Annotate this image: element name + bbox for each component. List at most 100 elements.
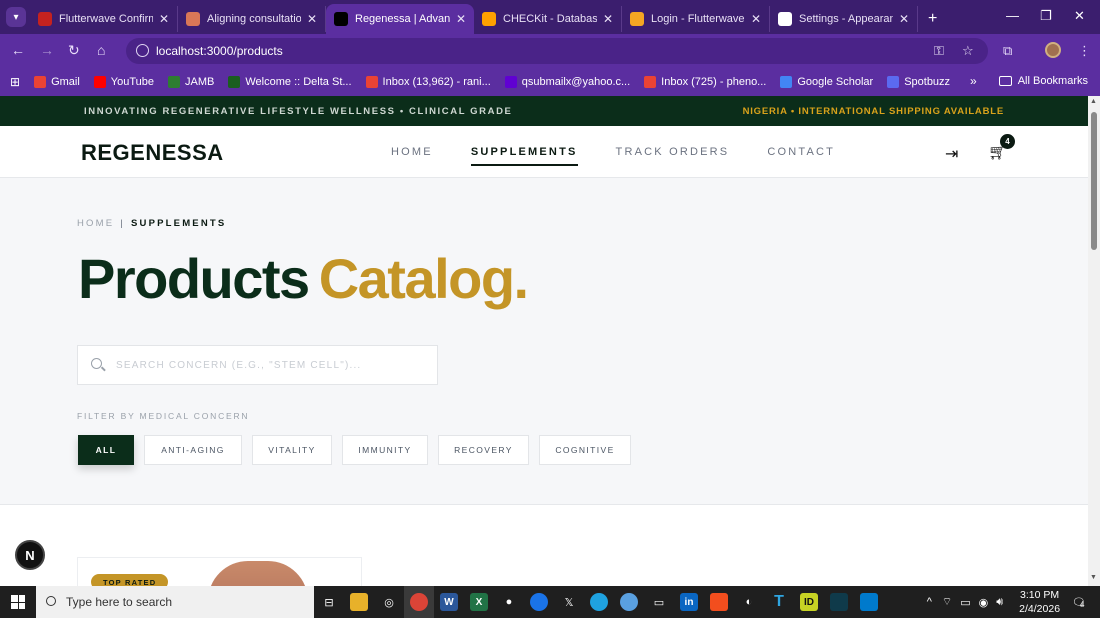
- close-window-icon[interactable]: ✕: [1074, 8, 1085, 24]
- page-viewport: INNOVATING REGENERATIVE LIFESTYLE WELLNE…: [0, 96, 1088, 586]
- chrome-icon[interactable]: [404, 586, 434, 618]
- browser-tab[interactable]: Settings - Appearanc ✕: [770, 6, 918, 32]
- search-box: [77, 345, 438, 385]
- obs-icon[interactable]: ◐: [734, 586, 764, 618]
- taskbar-clock[interactable]: 3:10 PM 2/4/2026: [1019, 588, 1060, 616]
- linkedin-icon[interactable]: in: [674, 586, 704, 618]
- address-bar[interactable]: localhost:3000/products ⚿ ☆: [126, 38, 988, 64]
- wifi-icon[interactable]: ⌔: [942, 595, 952, 609]
- scroll-down-icon[interactable]: ▼: [1090, 574, 1097, 581]
- all-bookmarks-button[interactable]: All Bookmarks: [998, 75, 1088, 87]
- taskbar-search[interactable]: Type here to search: [36, 586, 314, 618]
- breadcrumb-separator: |: [120, 218, 125, 229]
- apps-grid-icon[interactable]: ⊞: [10, 75, 20, 89]
- nav-link-contact[interactable]: CONTACT: [767, 146, 835, 158]
- tab-close-icon[interactable]: ✕: [456, 12, 466, 26]
- scroll-up-icon[interactable]: ▲: [1090, 98, 1097, 105]
- bookmark-favicon-icon: [365, 76, 378, 88]
- top-rated-badge: TOP RATED: [91, 574, 169, 586]
- site-info-icon[interactable]: [136, 44, 149, 57]
- extensions-icon[interactable]: ⧉: [1003, 43, 1012, 59]
- bookmark-item[interactable]: Gmail: [34, 76, 80, 88]
- password-key-icon[interactable]: ⚿: [934, 43, 944, 59]
- network-app-icon[interactable]: [584, 586, 614, 618]
- github-icon[interactable]: ●: [494, 586, 524, 618]
- tab-close-icon[interactable]: ✕: [603, 12, 613, 26]
- promo-right-text: NIGERIA • INTERNATIONAL SHIPPING AVAILAB…: [742, 105, 1004, 117]
- terminal-icon[interactable]: [824, 586, 854, 618]
- restore-icon[interactable]: ❐: [1040, 8, 1052, 24]
- tab-close-icon[interactable]: ✕: [899, 12, 909, 26]
- forward-icon[interactable]: →: [40, 42, 54, 58]
- page-scrollbar[interactable]: ▲ ▼: [1088, 96, 1100, 586]
- bookmark-item[interactable]: Inbox (13,962) - rani...: [365, 76, 491, 88]
- store-icon[interactable]: ▭: [644, 586, 674, 618]
- app-circle-icon[interactable]: ◎: [374, 586, 404, 618]
- gmail-icon: [38, 12, 52, 26]
- excel-icon[interactable]: X: [464, 586, 494, 618]
- minimize-icon[interactable]: —: [1006, 8, 1019, 23]
- notification-icon[interactable]: 🗨︎ 4: [1072, 596, 1086, 609]
- tab-search-chevron-icon[interactable]: ▾: [6, 7, 26, 27]
- filter-chip-vitality[interactable]: VITALITY: [252, 435, 332, 465]
- filter-chip-all[interactable]: ALL: [78, 435, 134, 465]
- tab-close-icon[interactable]: ✕: [159, 12, 169, 26]
- bookmark-item[interactable]: JAMB: [168, 76, 214, 88]
- browser-tab[interactable]: Flutterwave Confirma ✕: [30, 6, 178, 32]
- new-tab-icon[interactable]: +: [928, 10, 937, 34]
- figma-icon[interactable]: [704, 586, 734, 618]
- more-menu-icon[interactable]: ⋮: [1078, 43, 1091, 59]
- filter-chip-cognitive[interactable]: COGNITIVE: [539, 435, 631, 465]
- reload-icon[interactable]: ↻: [68, 42, 80, 59]
- browser-tab[interactable]: Regenessa | Advance ✕: [326, 4, 474, 34]
- browser-tab[interactable]: Aligning consultation ✕: [178, 6, 326, 32]
- browser-tab[interactable]: Login - Flutterwave ✕: [622, 6, 770, 32]
- tab-close-icon[interactable]: ✕: [307, 12, 317, 26]
- filter-chip-immunity[interactable]: IMMUNITY: [342, 435, 428, 465]
- logout-icon[interactable]: ⇥: [945, 144, 958, 164]
- profile-avatar[interactable]: [1045, 42, 1061, 58]
- bookmark-item[interactable]: Spotbuzz: [887, 76, 950, 88]
- breadcrumb-home[interactable]: HOME: [77, 218, 114, 229]
- filter-label: FILTER BY MEDICAL CONCERN: [77, 411, 250, 421]
- nav-link-track-orders[interactable]: TRACK ORDERS: [616, 146, 730, 158]
- bookmarks-overflow-icon[interactable]: »: [970, 74, 977, 88]
- browser-toolbar: ← → ↻ ⌂ localhost:3000/products ⚿ ☆ ⧉ ⋮: [0, 34, 1100, 68]
- search-input[interactable]: [116, 359, 416, 371]
- filter-chip-anti-aging[interactable]: ANTI-AGING: [144, 435, 242, 465]
- file-explorer-icon[interactable]: [344, 586, 374, 618]
- product-card[interactable]: TOP RATED: [77, 557, 362, 586]
- bookmark-item[interactable]: qsubmailx@yahoo.c...: [504, 76, 630, 88]
- scrollbar-thumb[interactable]: [1091, 112, 1097, 250]
- bookmark-item[interactable]: Google Scholar: [780, 76, 873, 88]
- typora-icon[interactable]: T: [764, 586, 794, 618]
- filter-chip-recovery[interactable]: RECOVERY: [438, 435, 529, 465]
- volume-icon[interactable]: 🔊︎: [996, 596, 1003, 609]
- nextjs-dev-indicator-icon[interactable]: N: [15, 540, 45, 570]
- intellij-icon[interactable]: ID: [794, 586, 824, 618]
- tab-title: Login - Flutterwave: [651, 13, 745, 25]
- x-icon[interactable]: 𝕏: [554, 586, 584, 618]
- chrome-profile-icon[interactable]: [524, 586, 554, 618]
- site-logo[interactable]: REGENESSA: [81, 140, 224, 166]
- bookmark-item[interactable]: YouTube: [93, 76, 154, 88]
- back-icon[interactable]: ←: [11, 42, 25, 58]
- bookmark-star-icon[interactable]: ☆: [962, 43, 974, 59]
- word-icon[interactable]: W: [434, 586, 464, 618]
- nav-link-home[interactable]: HOME: [391, 146, 433, 158]
- task-view-icon[interactable]: ⊟: [314, 586, 344, 618]
- tab-close-icon[interactable]: ✕: [751, 12, 761, 26]
- camera-icon[interactable]: ◉: [979, 596, 989, 609]
- site-header: REGENESSA HOME SUPPLEMENTS TRACK ORDERS CON…: [0, 126, 1088, 178]
- battery-icon[interactable]: ▭: [960, 596, 970, 609]
- edge-icon[interactable]: [614, 586, 644, 618]
- notification-count: 4: [1080, 599, 1085, 609]
- bookmark-item[interactable]: Welcome :: Delta St...: [228, 76, 352, 88]
- nav-link-supplements[interactable]: SUPPLEMENTS: [470, 146, 578, 166]
- bookmark-item[interactable]: Inbox (725) - pheno...: [644, 76, 766, 88]
- home-icon[interactable]: ⌂: [97, 42, 105, 58]
- start-button[interactable]: [0, 586, 36, 618]
- tray-overflow-icon[interactable]: ^: [927, 596, 932, 608]
- vscode-icon[interactable]: [854, 586, 884, 618]
- browser-tab[interactable]: CHECKit - Database ✕: [474, 6, 622, 32]
